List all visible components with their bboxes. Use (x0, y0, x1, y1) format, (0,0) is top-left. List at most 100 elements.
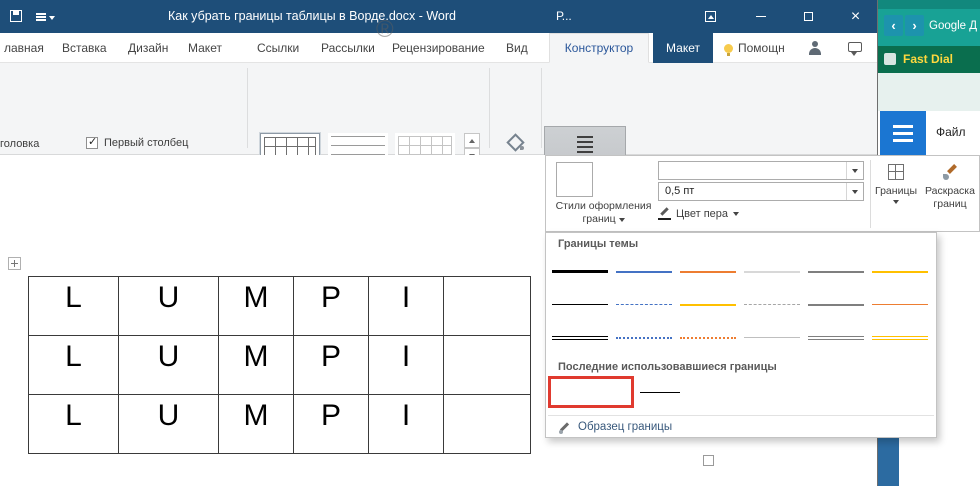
cut-option-header-row[interactable]: головка (0, 138, 39, 150)
close-button[interactable] (833, 0, 878, 33)
table-cell[interactable]: I (369, 395, 444, 454)
table-cell[interactable]: L (29, 277, 119, 336)
pen-color-button[interactable]: Цвет пера (658, 205, 739, 222)
menu-separator (548, 415, 934, 416)
tab-review[interactable]: Рецензирование (388, 33, 489, 63)
table-cell[interactable]: U (119, 336, 219, 395)
combo-arrow-icon[interactable] (846, 162, 863, 179)
comments-icon[interactable] (848, 42, 862, 52)
table-cell[interactable]: P (294, 395, 369, 454)
table-cell[interactable] (444, 395, 531, 454)
share-person-icon[interactable] (808, 41, 823, 56)
tab-assistant[interactable]: Помощн (720, 33, 789, 63)
border-sampler-item[interactable]: Образец границы (546, 419, 936, 437)
table-cell[interactable] (444, 336, 531, 395)
table-cell[interactable]: I (369, 277, 444, 336)
border-style-swatch[interactable] (676, 321, 740, 354)
quick-access-menu-icon[interactable] (36, 13, 46, 15)
theme-borders-grid (548, 255, 932, 354)
browser-scrollbar[interactable] (878, 438, 899, 486)
border-styles-split-button[interactable]: Стили оформления границ (546, 200, 661, 226)
tab-mailings[interactable]: Рассылки (317, 33, 379, 63)
recent-border-swatch[interactable] (638, 377, 700, 407)
lightbulb-icon (724, 44, 733, 53)
table-cell[interactable]: M (219, 395, 294, 454)
border-style-swatch[interactable] (612, 321, 676, 354)
table-cell[interactable]: L (29, 336, 119, 395)
pen-color-label: Цвет пера (676, 208, 728, 220)
border-style-swatch[interactable] (740, 255, 804, 288)
border-painter-label-line1: Раскраска (925, 185, 975, 197)
border-style-swatch[interactable] (804, 321, 868, 354)
table-cell[interactable]: U (119, 395, 219, 454)
tab-design[interactable]: Дизайн (124, 33, 172, 63)
line-weight-combo[interactable]: 0,5 пт (658, 182, 864, 201)
line-weight-value: 0,5 пт (665, 185, 694, 197)
borders-dropdown-button[interactable]: Границы (873, 159, 919, 230)
tab-view[interactable]: Вид (502, 33, 532, 63)
chevron-down-icon (893, 200, 899, 204)
border-style-swatch[interactable] (548, 288, 612, 321)
checkbox-first-column[interactable] (86, 137, 98, 149)
brush-icon (942, 164, 958, 180)
titlebar: Как убрать границы таблицы в Ворде.docx … (0, 0, 877, 33)
tab-insert[interactable]: Вставка (58, 33, 111, 63)
tab-layout[interactable]: Макет (184, 33, 226, 63)
flyout-separator (870, 160, 871, 228)
gallery-scroll-up-button[interactable] (464, 133, 480, 148)
table-cell[interactable] (444, 277, 531, 336)
table-move-handle[interactable] (8, 257, 21, 270)
fastdial-bookmark[interactable]: Fast Dial (903, 52, 953, 66)
border-painter-button[interactable]: Раскраска границ (921, 159, 979, 230)
border-style-swatch[interactable] (804, 288, 868, 321)
fastdial-icon (884, 53, 896, 65)
signin-user[interactable]: Р... (556, 9, 572, 23)
tab-table-layout-contextual[interactable]: Макет (653, 33, 713, 63)
paint-bucket-icon (506, 134, 524, 150)
no-border-swatch-annotation-highlight[interactable] (548, 376, 634, 408)
ribbon-display-options-button[interactable] (688, 0, 733, 33)
browser-forward-button[interactable] (905, 15, 924, 36)
table-cell[interactable]: U (119, 277, 219, 336)
border-style-swatch[interactable] (868, 255, 932, 288)
minimize-button[interactable] (738, 0, 783, 33)
border-style-swatch[interactable] (612, 288, 676, 321)
hamburger-menu-icon[interactable] (880, 111, 926, 155)
tab-assistant-label: Помощн (738, 41, 785, 55)
border-style-swatch[interactable] (740, 321, 804, 354)
borders-flyout-panel: Стили оформления границ 0,5 пт Цвет пера… (545, 155, 980, 232)
table-cell[interactable]: P (294, 336, 369, 395)
border-style-swatch[interactable] (740, 288, 804, 321)
table-cell[interactable]: P (294, 277, 369, 336)
borders-icon (577, 136, 593, 153)
save-icon[interactable] (10, 10, 22, 22)
tab-home[interactable]: лавная (0, 33, 48, 63)
border-style-swatch[interactable] (676, 288, 740, 321)
table-cell[interactable]: I (369, 336, 444, 395)
browser-back-button[interactable] (884, 15, 903, 36)
chevron-down-icon (733, 212, 739, 216)
border-style-swatch[interactable] (548, 255, 612, 288)
border-style-swatch[interactable] (548, 321, 612, 354)
window-title: Как убрать границы таблицы в Ворде.docx … (168, 9, 456, 23)
combo-arrow-icon[interactable] (846, 183, 863, 200)
border-style-swatch[interactable] (868, 288, 932, 321)
recent-borders-header: Последние использовавшиеся границы (558, 361, 777, 373)
border-style-preview[interactable] (556, 162, 593, 197)
border-style-swatch[interactable] (676, 255, 740, 288)
border-style-swatch[interactable] (868, 321, 932, 354)
tab-references[interactable]: Ссылки (253, 33, 303, 63)
browser-file-menu[interactable]: Файл (936, 125, 966, 139)
tab-table-design-active[interactable]: Конструктор (549, 33, 649, 63)
border-styles-gallery: Границы темы Последние использовавшиеся … (545, 232, 937, 438)
chevron-down-icon (619, 218, 625, 222)
border-style-swatch[interactable] (804, 255, 868, 288)
border-style-swatch[interactable] (612, 255, 676, 288)
border-styles-label-line2: границ (582, 213, 615, 225)
line-style-combo[interactable] (658, 161, 864, 180)
maximize-button[interactable] (786, 0, 831, 33)
checkbox-first-column-label[interactable]: Первый столбец (104, 137, 188, 149)
table-cell[interactable]: M (219, 336, 294, 395)
table-cell[interactable]: L (29, 395, 119, 454)
table-cell[interactable]: M (219, 277, 294, 336)
